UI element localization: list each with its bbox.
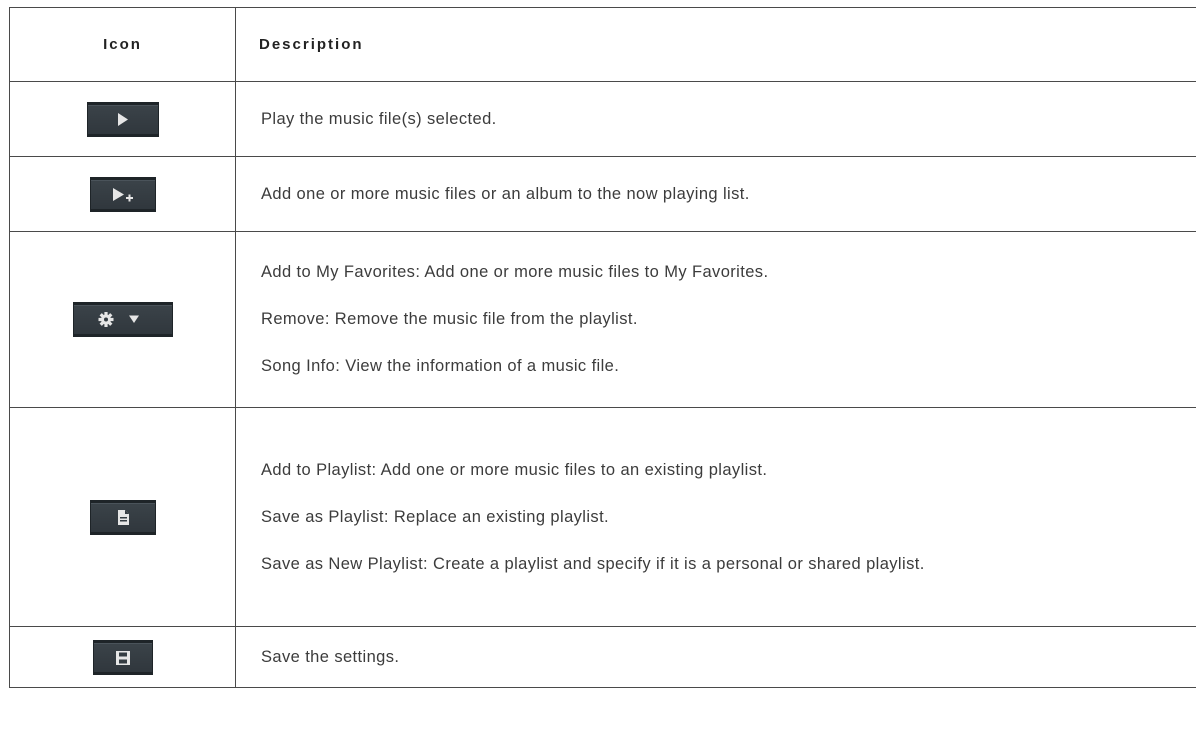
icon-reference-table: Icon Description Play the music file(s) …	[9, 7, 1196, 688]
save-button[interactable]	[92, 639, 153, 675]
icon-reference-table-container: Icon Description Play the music file(s) …	[9, 7, 1196, 688]
description-text: Save as Playlist: Replace an existing pl…	[261, 507, 610, 526]
table-row: Add one or more music files or an album …	[9, 156, 1196, 232]
description-text: Add to My Favorites: Add one or more mus…	[261, 263, 769, 281]
icon-cell	[9, 407, 236, 627]
add-to-now-playing-button[interactable]	[89, 176, 156, 212]
description-cell: Play the music file(s) selected.	[235, 81, 1196, 157]
icon-cell	[9, 156, 236, 232]
header-icon: Icon	[9, 7, 236, 82]
table-row: Play the music file(s) selected.	[9, 81, 1196, 157]
description-text: Add to Playlist: Add one or more music f…	[261, 460, 768, 479]
description-text: Add one or more music files or an album …	[261, 184, 750, 203]
icon-cell	[9, 231, 236, 408]
description-text: Save as New Playlist: Create a playlist …	[261, 554, 925, 573]
play-icon	[117, 112, 128, 126]
icon-cell	[9, 81, 236, 157]
description-text: Remove: Remove the music file from the p…	[261, 310, 638, 328]
description-text: Song Info: View the information of a mus…	[261, 357, 620, 375]
description-text: Save the settings.	[261, 647, 400, 666]
table-row: Add to Playlist: Add one or more music f…	[9, 407, 1196, 627]
description-cell: Add one or more music files or an album …	[235, 156, 1196, 232]
playlist-button[interactable]	[89, 499, 156, 535]
icon-cell	[9, 626, 236, 688]
play-button[interactable]	[86, 101, 159, 137]
description-cell: Save the settings.	[235, 626, 1196, 688]
description-cell: Add to Playlist: Add one or more music f…	[235, 407, 1196, 627]
more-actions-button[interactable]	[72, 302, 173, 337]
gear-dropdown-icon	[98, 312, 139, 327]
description-text: Play the music file(s) selected.	[261, 109, 497, 128]
playlist-document-icon	[117, 509, 129, 525]
add-to-now-playing-icon	[112, 187, 133, 201]
table-row: Add to My Favorites: Add one or more mus…	[9, 231, 1196, 408]
header-description: Description	[235, 7, 1196, 82]
table-row: Save the settings.	[9, 626, 1196, 688]
description-cell: Add to My Favorites: Add one or more mus…	[235, 231, 1196, 408]
table-header-row: Icon Description	[9, 7, 1196, 82]
save-icon	[115, 650, 130, 665]
